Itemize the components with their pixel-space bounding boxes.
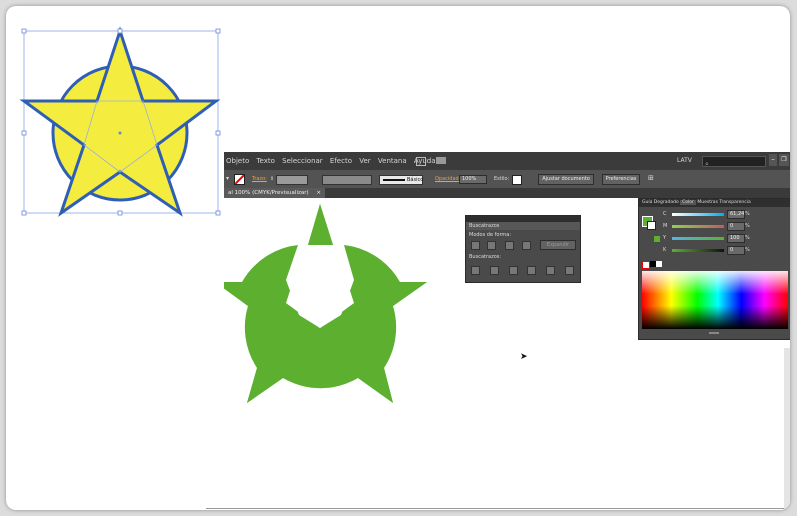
outline-icon[interactable] — [546, 266, 555, 275]
control-bar: ▾ Trazo: ⇕ Básico Opacidad: 100% Estilo:… — [224, 170, 790, 188]
channel-k-percent: % — [745, 247, 750, 253]
menu-ventana[interactable]: Ventana — [378, 157, 407, 165]
tab-guide[interactable]: Guía — [642, 200, 652, 205]
arrange-documents-icon[interactable] — [436, 157, 446, 164]
pathfinder-title[interactable]: Buscatrazos — [469, 223, 499, 229]
graphic-style-swatch[interactable] — [512, 175, 522, 185]
stroke-swatch-none[interactable] — [234, 174, 245, 185]
brush-stroke-preview — [383, 179, 405, 181]
color-spectrum[interactable] — [642, 271, 788, 329]
opacity-label[interactable]: Opacidad: — [435, 176, 460, 182]
minus-front-icon[interactable] — [487, 241, 496, 250]
brush-style-label: Básico — [407, 177, 424, 183]
menu-texto[interactable]: Texto — [256, 157, 274, 165]
color-panel-tabs: Guía Degradado Color Muestras Transparen… — [639, 199, 790, 207]
document-tab-bar: al 100% (CMYK/Previsualizar) × — [224, 188, 790, 198]
stroke-weight-stepper[interactable]: ⇕ — [270, 176, 274, 182]
brush-definition[interactable]: Básico — [379, 175, 423, 185]
green-color-chip[interactable] — [654, 236, 660, 242]
inset-yellow-star-illustration — [8, 8, 224, 217]
exclude-icon[interactable] — [522, 241, 531, 250]
channel-c-value[interactable]: 61,24 — [727, 210, 745, 219]
document-tab-label: al 100% (CMYK/Previsualizar) — [228, 190, 309, 196]
pathfinders-label: Buscatrazos: — [469, 254, 502, 260]
stroke-swatch[interactable] — [647, 221, 656, 230]
pathfinder-panel-title-row: Buscatrazos — [466, 222, 580, 230]
document-tab[interactable]: al 100% (CMYK/Previsualizar) × — [224, 188, 325, 198]
intersect-icon[interactable] — [505, 241, 514, 250]
restore-button[interactable]: ❐ — [779, 154, 789, 166]
color-panel: Guía Degradado Color Muestras Transparen… — [638, 198, 790, 340]
unite-icon[interactable] — [471, 241, 480, 250]
minimize-button[interactable]: – — [769, 154, 777, 166]
search-field[interactable] — [702, 156, 766, 167]
menu-efecto[interactable]: Efecto — [330, 157, 352, 165]
arrange-icon[interactable]: ⊞ — [648, 174, 654, 182]
style-label: Estilo: — [494, 176, 510, 182]
menu-bar: Objeto Texto Seleccionar Efecto Ver Vent… — [224, 152, 790, 170]
channel-y-percent: % — [745, 235, 750, 241]
menu-ver[interactable]: Ver — [359, 157, 370, 165]
channel-m-percent: % — [745, 223, 750, 229]
fill-dropdown-icon[interactable]: ▾ — [226, 175, 229, 182]
channel-k-label: K — [663, 247, 667, 253]
channel-m-slider[interactable] — [672, 225, 724, 228]
merge-icon[interactable] — [509, 266, 518, 275]
channel-m-value[interactable]: 0 — [727, 222, 745, 231]
channel-m-label: M — [663, 223, 668, 229]
divide-icon[interactable] — [471, 266, 480, 275]
workspace-switcher[interactable]: LATV — [677, 152, 692, 170]
trim-icon[interactable] — [490, 266, 499, 275]
none-slash-icon — [235, 175, 244, 184]
white-swatch[interactable] — [656, 261, 662, 267]
screenshot-frame: Objeto Texto Seleccionar Efecto Ver Vent… — [6, 6, 790, 510]
tab-gradient[interactable]: Degradado — [654, 200, 679, 205]
shape-modes-label: Modos de forma: — [469, 232, 512, 238]
tab-color[interactable]: Color — [680, 200, 696, 205]
expand-button[interactable]: Expandir — [540, 240, 576, 250]
artboard-bottom-edge — [206, 508, 790, 509]
channel-k-slider[interactable] — [672, 249, 724, 252]
channel-c-label: C — [663, 211, 667, 217]
channel-y-value[interactable]: 100 — [727, 234, 745, 243]
pathfinder-panel: Buscatrazos Modos de forma: Expandir Bus… — [465, 215, 581, 283]
channel-c-percent: % — [745, 211, 750, 217]
channel-c-slider[interactable] — [672, 213, 724, 216]
stroke-label[interactable]: Trazo: — [252, 176, 267, 182]
crop-icon[interactable] — [527, 266, 536, 275]
channel-y-label: Y — [663, 235, 667, 241]
menu-objeto[interactable]: Objeto — [226, 157, 249, 165]
bridge-icon[interactable] — [416, 157, 426, 166]
menu-seleccionar[interactable]: Seleccionar — [282, 157, 323, 165]
minus-back-icon[interactable] — [565, 266, 574, 275]
opacity-field[interactable]: 100% — [459, 175, 487, 184]
illustrator-window: Objeto Texto Seleccionar Efecto Ver Vent… — [206, 152, 790, 510]
mouse-cursor-icon: ➤ — [520, 352, 528, 362]
tab-transparency[interactable]: Transparencia — [719, 200, 750, 205]
channel-y-slider[interactable] — [672, 237, 724, 240]
none-swatch-icon[interactable] — [642, 261, 650, 269]
panel-resize-handle[interactable] — [709, 332, 719, 334]
center-point — [118, 131, 122, 135]
preferences-button[interactable]: Preferencias — [602, 174, 640, 185]
close-tab-icon[interactable]: × — [316, 190, 321, 196]
document-setup-button[interactable]: Ajustar documento — [538, 174, 594, 185]
tab-swatches[interactable]: Muestras — [697, 200, 718, 205]
vertical-scrollbar[interactable] — [784, 348, 790, 510]
stroke-weight-field[interactable] — [276, 175, 308, 185]
variable-width-profile[interactable] — [322, 175, 372, 185]
channel-k-value[interactable]: 0 — [727, 246, 745, 255]
